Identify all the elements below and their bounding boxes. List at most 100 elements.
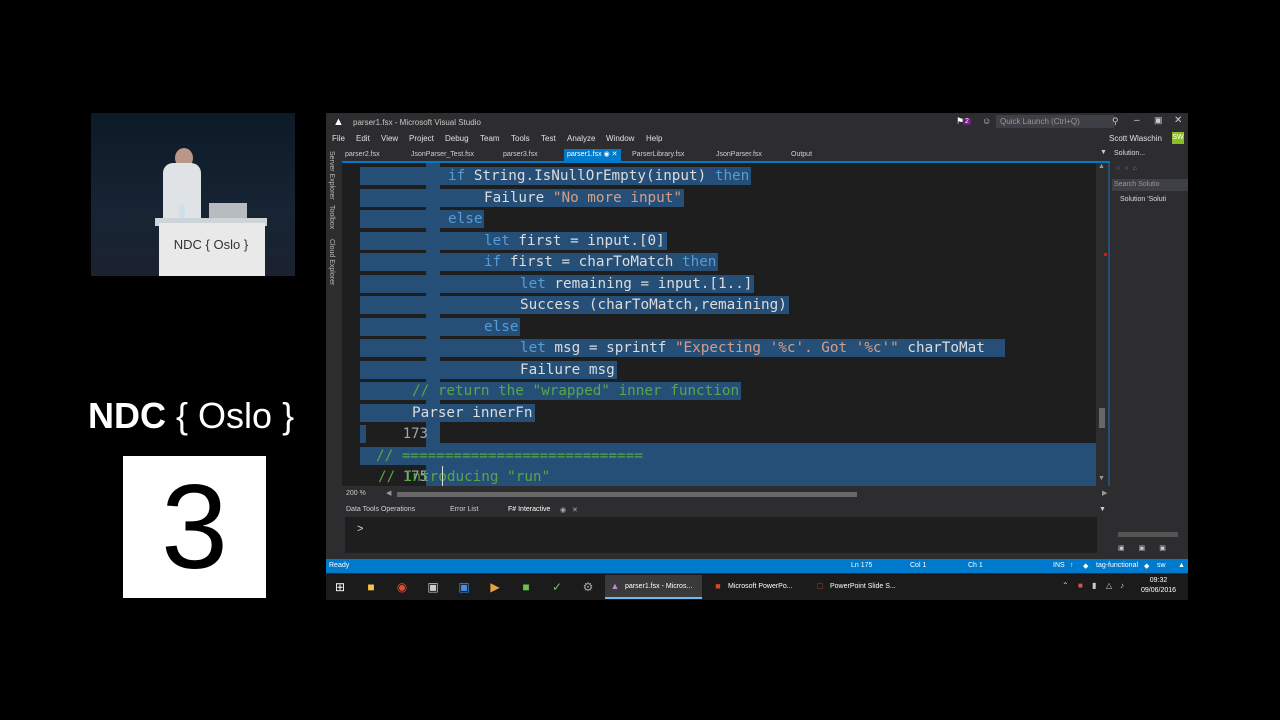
panel-chevron-down-icon[interactable]: ▼ bbox=[1099, 506, 1106, 513]
tab-fsharp-interactive[interactable]: F# Interactive bbox=[508, 506, 550, 513]
menu-debug[interactable]: Debug bbox=[445, 134, 469, 143]
solution-search-input[interactable]: Search Solutio bbox=[1112, 179, 1188, 191]
solution-tree-item[interactable]: Solution 'Soluti bbox=[1120, 196, 1166, 203]
excel-icon[interactable]: ■ bbox=[518, 579, 534, 595]
status-line: Ln 175 bbox=[851, 562, 873, 569]
app-icon[interactable]: ⚙ bbox=[580, 579, 596, 595]
minimize-button[interactable]: – bbox=[1134, 115, 1140, 126]
terminal-icon[interactable]: ▣ bbox=[425, 579, 441, 595]
task-label: Microsoft PowerPo... bbox=[728, 583, 793, 590]
code-line: 173 bbox=[342, 423, 1110, 445]
git-branch-icon[interactable]: ◆ bbox=[1083, 562, 1088, 570]
document-tabs: parser2.fsx JsonParser_Test.fsx parser3.… bbox=[342, 149, 1110, 161]
tab-parser3[interactable]: parser3.fsx bbox=[500, 149, 541, 161]
code-text: let msg = sprintf "Expecting '%c'. Got '… bbox=[360, 339, 1005, 357]
vim-icon[interactable]: ✓ bbox=[549, 579, 565, 595]
task-label: parser1.fsx - Micros... bbox=[625, 583, 693, 590]
scroll-thumb[interactable] bbox=[1099, 408, 1105, 428]
code-text: Failure msg bbox=[360, 360, 617, 379]
scroll-up-icon[interactable]: ▲ bbox=[1098, 163, 1105, 170]
search-icon[interactable]: ⚲ bbox=[1112, 116, 1119, 127]
maximize-button[interactable]: ▣ bbox=[1154, 115, 1163, 126]
status-user[interactable]: sw bbox=[1157, 562, 1166, 569]
scroll-down-icon[interactable]: ▼ bbox=[1098, 475, 1105, 482]
media-player-icon[interactable]: ▶ bbox=[487, 579, 503, 595]
code-text bbox=[360, 425, 366, 443]
tray-app-icon[interactable]: ■ bbox=[1078, 581, 1083, 590]
menu-file[interactable]: File bbox=[332, 134, 345, 143]
code-line: 172 Parser innerFn bbox=[342, 402, 1110, 424]
editor-horizontal-scrollbar[interactable]: 200 % ◀ ▶ bbox=[342, 488, 1110, 500]
tray-chevron-up-icon[interactable]: ⌃ bbox=[1062, 581, 1069, 590]
close-button[interactable]: ✕ bbox=[1174, 115, 1182, 126]
tab-jsonparser-test[interactable]: JsonParser_Test.fsx bbox=[408, 149, 477, 161]
network-icon[interactable]: △ bbox=[1106, 581, 1112, 590]
chevron-up-icon[interactable]: ▲ bbox=[1178, 562, 1185, 569]
system-clock[interactable]: 09:32 09/06/2016 bbox=[1141, 576, 1176, 596]
tab-data-tools-operations[interactable]: Data Tools Operations bbox=[346, 506, 415, 513]
menu-analyze[interactable]: Analyze bbox=[567, 134, 595, 143]
horizontal-scroll-thumb[interactable] bbox=[397, 492, 857, 497]
snipping-icon[interactable]: ▣ bbox=[456, 579, 472, 595]
clock-time: 09:32 bbox=[1149, 577, 1168, 584]
code-editor[interactable]: 161 if String.IsNullOrEmpty(input) then … bbox=[342, 163, 1110, 486]
menu-view[interactable]: View bbox=[381, 134, 398, 143]
battery-icon[interactable]: ▮ bbox=[1092, 581, 1096, 590]
git-icon[interactable]: ◆ bbox=[1144, 562, 1149, 570]
toolbox-tab[interactable]: Toolbox bbox=[328, 205, 335, 229]
menu-window[interactable]: Window bbox=[606, 134, 634, 143]
scroll-right-icon[interactable]: ▶ bbox=[1102, 489, 1107, 497]
lectern-label: NDC { Oslo } bbox=[173, 237, 249, 252]
task-powerpoint-slideshow[interactable]: □ PowerPoint Slide S... bbox=[810, 575, 907, 599]
code-text: if String.IsNullOrEmpty(input) then bbox=[360, 167, 752, 185]
notification-badge[interactable]: 2 bbox=[963, 118, 971, 125]
code-text: let first = input.[0] bbox=[360, 231, 667, 250]
powerpoint-icon: ■ bbox=[715, 581, 721, 591]
user-name[interactable]: Scott Wlaschin bbox=[1109, 134, 1162, 143]
quick-launch-input[interactable]: Quick Launch (Ctrl+Q) bbox=[996, 115, 1114, 128]
close-icon[interactable]: ✕ bbox=[572, 506, 578, 514]
tab-error-list[interactable]: Error List bbox=[450, 506, 478, 513]
task-powerpoint[interactable]: ■ Microsoft PowerPo... bbox=[708, 575, 805, 599]
solution-toolbar-icons[interactable]: ○○⌂ bbox=[1116, 165, 1141, 172]
tab-parser2[interactable]: parser2.fsx bbox=[342, 149, 383, 161]
solution-horizontal-scrollbar[interactable] bbox=[1118, 532, 1178, 537]
menu-help[interactable]: Help bbox=[646, 134, 662, 143]
arrow-up-icon[interactable]: ↑ bbox=[1070, 562, 1074, 569]
menu-tools[interactable]: Tools bbox=[511, 134, 530, 143]
file-explorer-icon[interactable]: ■ bbox=[363, 579, 379, 595]
status-branch[interactable]: tag-functional bbox=[1096, 562, 1138, 569]
menu-project[interactable]: Project bbox=[409, 134, 434, 143]
zoom-level[interactable]: 200 % bbox=[346, 490, 366, 497]
task-visual-studio[interactable]: ▲ parser1.fsx - Micros... bbox=[605, 575, 702, 599]
avatar[interactable]: SW bbox=[1172, 132, 1184, 144]
server-explorer-tab[interactable]: Server Explorer bbox=[328, 151, 335, 200]
editor-vertical-scrollbar[interactable]: ▲ ▼ bbox=[1096, 163, 1108, 486]
scroll-left-icon[interactable]: ◀ bbox=[386, 489, 391, 497]
window-title: parser1.fsx - Microsoft Visual Studio bbox=[353, 118, 481, 127]
menu-edit[interactable]: Edit bbox=[356, 134, 370, 143]
menu-test[interactable]: Test bbox=[541, 134, 556, 143]
tab-jsonparser[interactable]: JsonParser.fsx bbox=[713, 149, 765, 161]
fsi-console[interactable]: > bbox=[345, 517, 1097, 553]
menu-team[interactable]: Team bbox=[480, 134, 500, 143]
code-line: 168 else bbox=[342, 316, 1110, 338]
code-line: 161 if String.IsNullOrEmpty(input) then bbox=[342, 165, 1110, 187]
cloud-explorer-tab[interactable]: Cloud Explorer bbox=[328, 239, 335, 285]
pin-icon[interactable]: ◉ bbox=[560, 506, 566, 514]
volume-icon[interactable]: ♪ bbox=[1120, 581, 1124, 590]
line-number: 173 bbox=[402, 426, 428, 442]
side-rail: Server Explorer Toolbox Cloud Explorer bbox=[326, 149, 341, 489]
feedback-icon[interactable]: ☺ bbox=[982, 116, 991, 126]
chrome-icon[interactable]: ◉ bbox=[394, 579, 410, 595]
solution-footer-icons[interactable]: ▣▣▣ bbox=[1118, 544, 1180, 552]
status-col: Col 1 bbox=[910, 562, 927, 569]
windows-start-icon[interactable]: ⊞ bbox=[332, 579, 348, 595]
tab-output[interactable]: Output bbox=[788, 149, 815, 161]
tab-parserlibrary[interactable]: ParserLibrary.fsx bbox=[629, 149, 687, 161]
slideshow-icon: □ bbox=[817, 581, 823, 591]
status-ch: Ch 1 bbox=[968, 562, 983, 569]
windows-taskbar: ⊞ ■ ◉ ▣ ▣ ▶ ■ ✓ ⚙ ▲ parser1.fsx - Micros… bbox=[326, 574, 1188, 600]
tab-overflow-chevron-down-icon[interactable]: ▼ bbox=[1100, 149, 1107, 156]
tab-parser1[interactable]: parser1.fsx ◉ ✕ bbox=[564, 149, 621, 161]
